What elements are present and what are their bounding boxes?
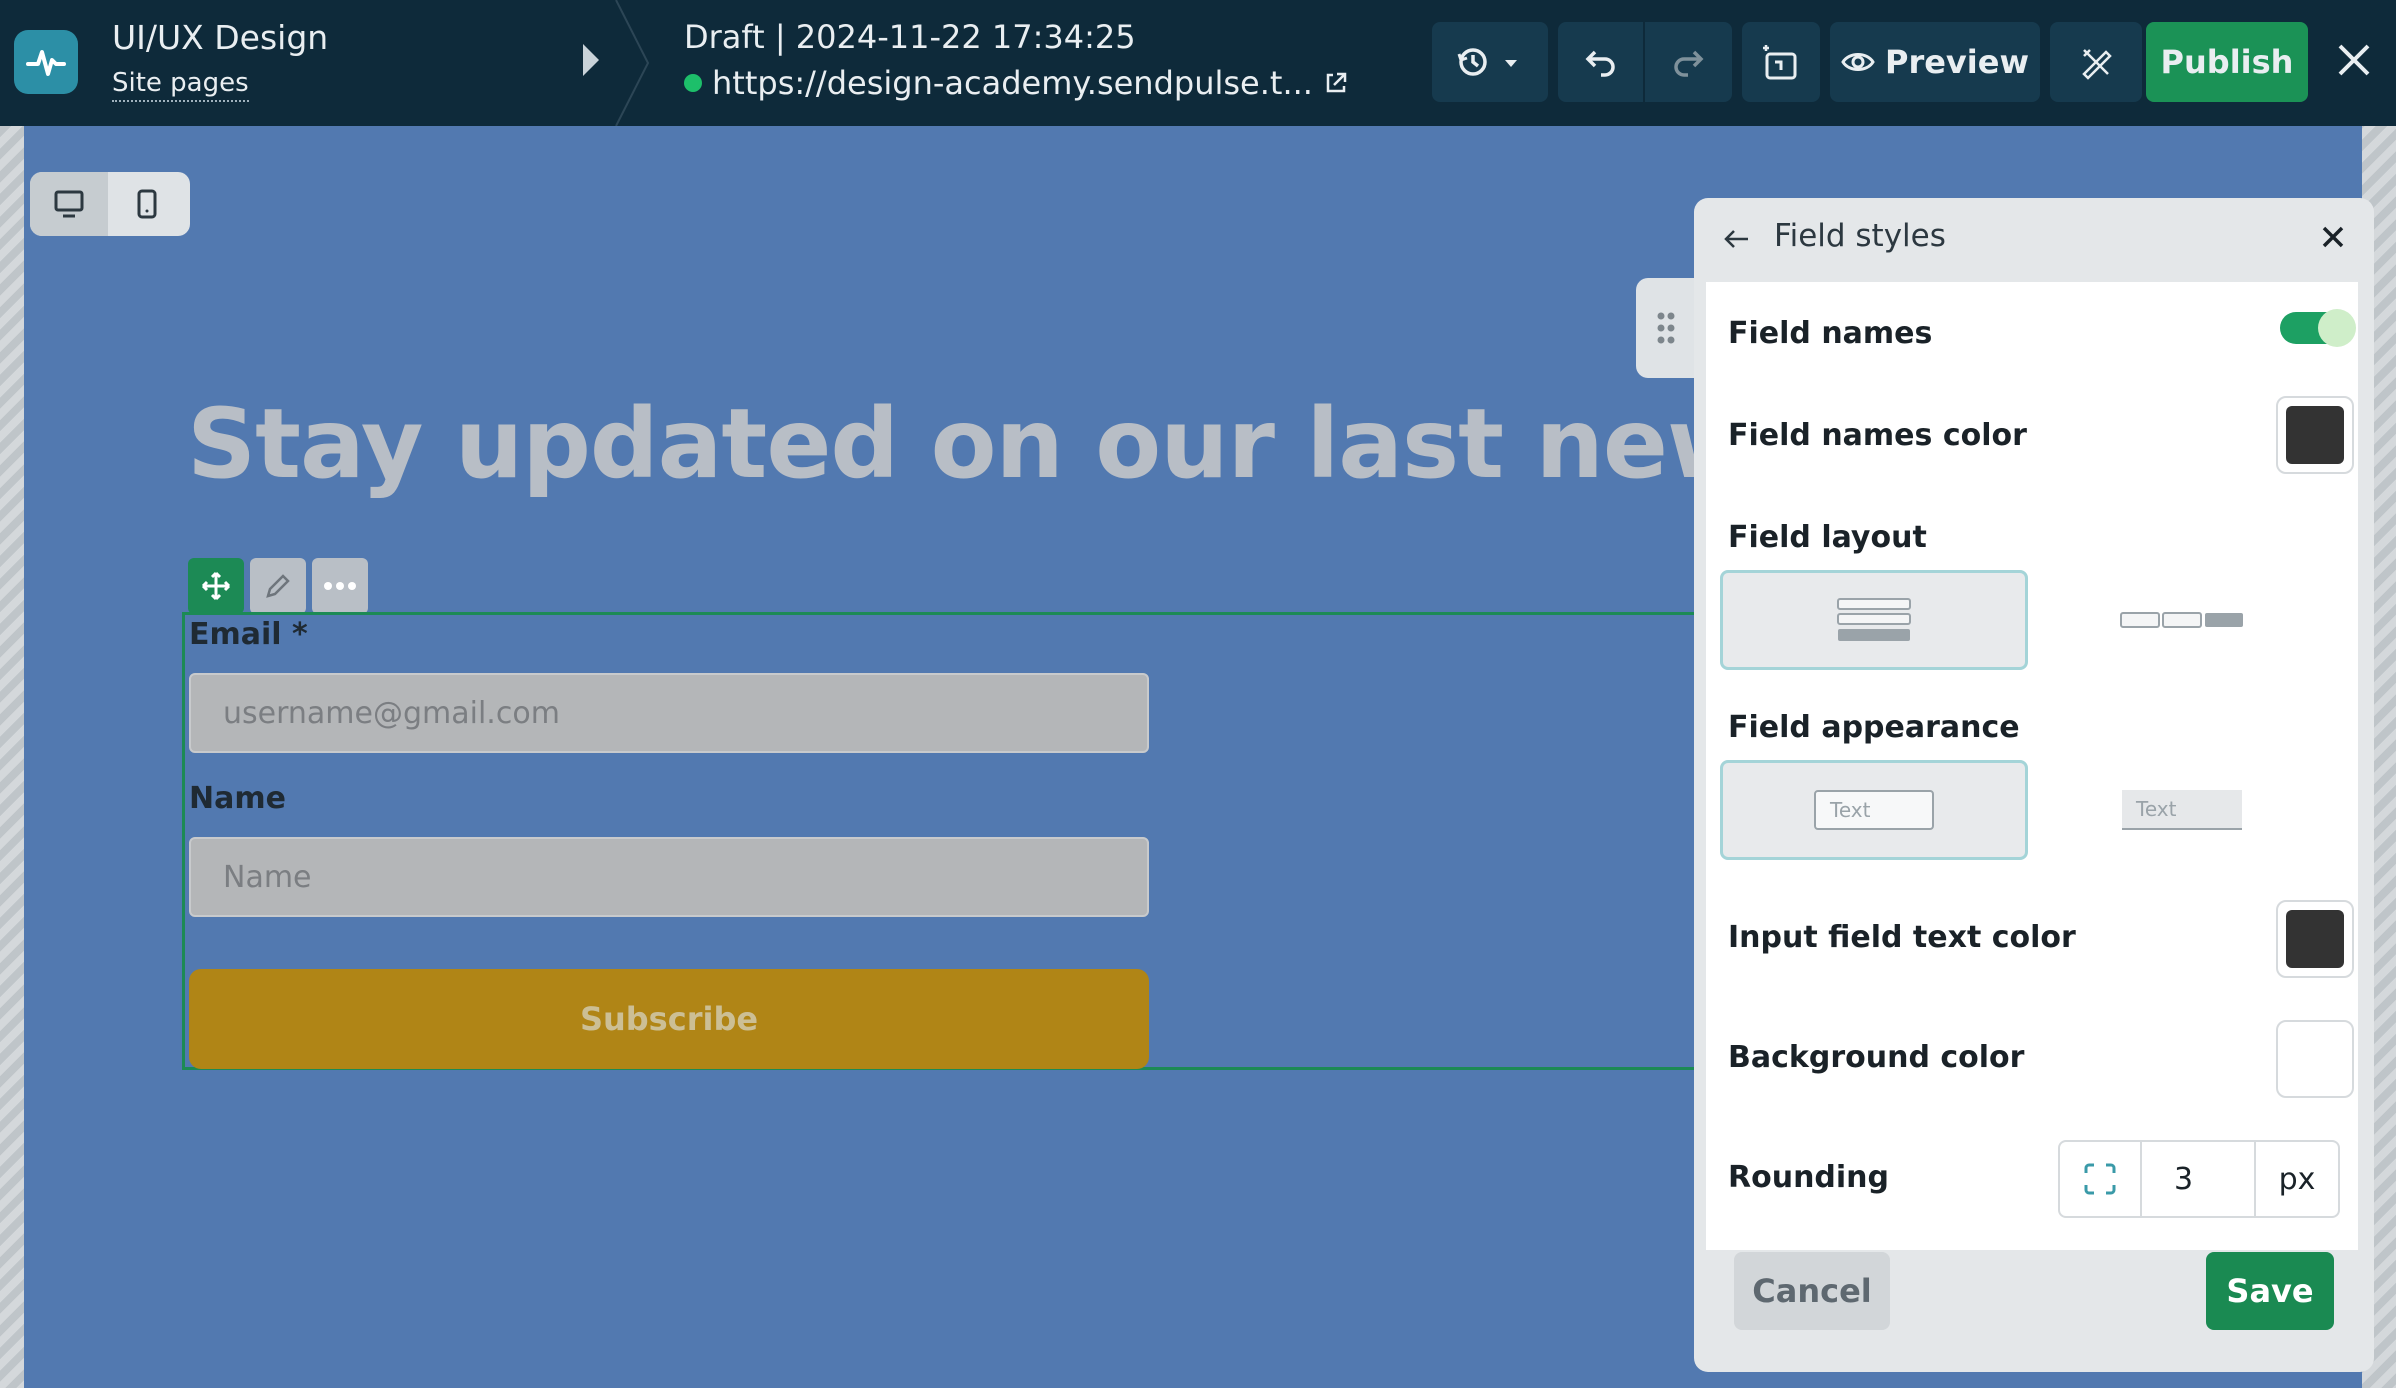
move-icon <box>201 571 231 601</box>
outlined-sample-text: Text <box>1830 798 1871 822</box>
panel-header: Field styles <box>1694 198 2374 278</box>
corner-radius-icon <box>2084 1163 2116 1195</box>
field-names-toggle[interactable] <box>2280 309 2356 347</box>
filled-sample: Text <box>2122 790 2242 830</box>
draft-timestamp: Draft | 2024-11-22 17:34:25 <box>684 18 1136 56</box>
site-url-text[interactable]: https://design-academy.sendpulse.t... <box>712 64 1313 102</box>
more-options-button[interactable] <box>312 558 368 614</box>
vertical-layout-icon <box>1837 598 1911 641</box>
app-logo-icon[interactable] <box>14 30 78 94</box>
ai-assistant-icon <box>1763 45 1797 80</box>
swatch-color <box>2286 1030 2344 1088</box>
rounding-value-input[interactable]: 3 <box>2142 1142 2256 1216</box>
status-dot-icon <box>684 74 702 92</box>
close-editor-icon[interactable] <box>2332 38 2376 82</box>
field-names-label: Field names <box>1728 316 1933 351</box>
ruler-pencil-icon <box>2082 49 2112 80</box>
preview-label: Preview <box>1884 43 2030 81</box>
field-names-color-swatch[interactable] <box>2276 396 2354 474</box>
background-color-swatch[interactable] <box>2276 1020 2354 1098</box>
edit-block-button[interactable] <box>250 558 306 614</box>
desktop-icon <box>54 190 84 218</box>
history-button[interactable] <box>1432 22 1548 102</box>
top-bar: UI/UX Design Site pages Draft | 2024-11-… <box>0 0 2396 126</box>
drag-dots-icon <box>1657 312 1675 344</box>
preview-button[interactable]: Preview <box>1830 22 2040 102</box>
cancel-button[interactable]: Cancel <box>1734 1252 1890 1330</box>
site-url[interactable]: https://design-academy.sendpulse.t... <box>684 64 1349 102</box>
device-view-toggle <box>30 172 190 236</box>
field-styles-panel: Field styles Field names Field names col… <box>1694 198 2374 1372</box>
undo-icon <box>1585 50 1615 77</box>
subscribe-form-block[interactable]: Email * username@gmail.com Name Name Sub… <box>182 612 1722 1070</box>
swatch-color <box>2286 406 2344 464</box>
outlined-sample: Text <box>1814 790 1934 830</box>
field-appearance-selector: Text Text <box>1720 760 2336 860</box>
site-pages-link[interactable]: Site pages <box>112 68 249 102</box>
pencil-icon <box>266 574 290 598</box>
desktop-view-button[interactable] <box>30 172 108 236</box>
panel-drag-handle[interactable] <box>1636 278 1696 378</box>
filled-sample-text: Text <box>2136 797 2177 821</box>
block-toolbar <box>188 558 368 614</box>
close-panel-icon[interactable] <box>2318 222 2348 252</box>
site-title: UI/UX Design <box>112 18 329 57</box>
field-layout-label: Field layout <box>1728 520 1927 555</box>
redo-button[interactable] <box>1645 22 1731 102</box>
field-names-color-label: Field names color <box>1728 418 2027 453</box>
mobile-view-button[interactable] <box>108 172 186 236</box>
input-text-color-label: Input field text color <box>1728 920 2076 955</box>
swatch-color <box>2286 910 2344 968</box>
layout-horizontal-option[interactable] <box>2028 570 2336 670</box>
input-text-color-swatch[interactable] <box>2276 900 2354 978</box>
name-input[interactable]: Name <box>189 837 1149 917</box>
redo-icon <box>1674 50 1704 77</box>
appearance-outlined-option[interactable]: Text <box>1720 760 2028 860</box>
toggle-knob <box>2318 309 2356 347</box>
rounding-input-group: 3 px <box>2058 1140 2340 1218</box>
subscribe-button[interactable]: Subscribe <box>189 969 1149 1069</box>
panel-body: Field names Field names color Field layo… <box>1706 282 2358 1250</box>
more-dots-icon <box>324 582 356 590</box>
layout-vertical-option[interactable] <box>1720 570 2028 670</box>
eye-icon <box>1841 53 1875 71</box>
name-label: Name <box>189 781 286 816</box>
appearance-filled-option[interactable]: Text <box>2028 760 2336 860</box>
move-block-button[interactable] <box>188 558 244 614</box>
breadcrumb-divider <box>615 0 650 126</box>
field-layout-selector <box>1720 570 2336 670</box>
horizontal-layout-icon <box>2120 612 2243 628</box>
background-color-label: Background color <box>1728 1040 2025 1075</box>
back-arrow-icon[interactable] <box>1720 222 1754 256</box>
caret-right-icon[interactable] <box>583 44 599 76</box>
field-appearance-label: Field appearance <box>1728 710 2020 745</box>
page-headline[interactable]: Stay updated on our last news <box>187 388 1812 500</box>
publish-button[interactable]: Publish <box>2146 22 2308 102</box>
design-tools-button[interactable] <box>2050 22 2142 102</box>
rounding-unit: px <box>2278 1161 2316 1197</box>
mobile-icon <box>137 189 157 219</box>
save-button[interactable]: Save <box>2206 1252 2334 1330</box>
external-link-icon[interactable] <box>1323 70 1349 96</box>
ai-assistant-button[interactable] <box>1742 22 1820 102</box>
undo-button[interactable] <box>1559 22 1645 102</box>
email-input[interactable]: username@gmail.com <box>189 673 1149 753</box>
undo-redo-group <box>1558 22 1732 102</box>
rounding-label: Rounding <box>1728 1160 1890 1195</box>
panel-title: Field styles <box>1774 218 1946 254</box>
corner-radius-button[interactable] <box>2060 1142 2142 1216</box>
email-label: Email * <box>189 617 308 652</box>
